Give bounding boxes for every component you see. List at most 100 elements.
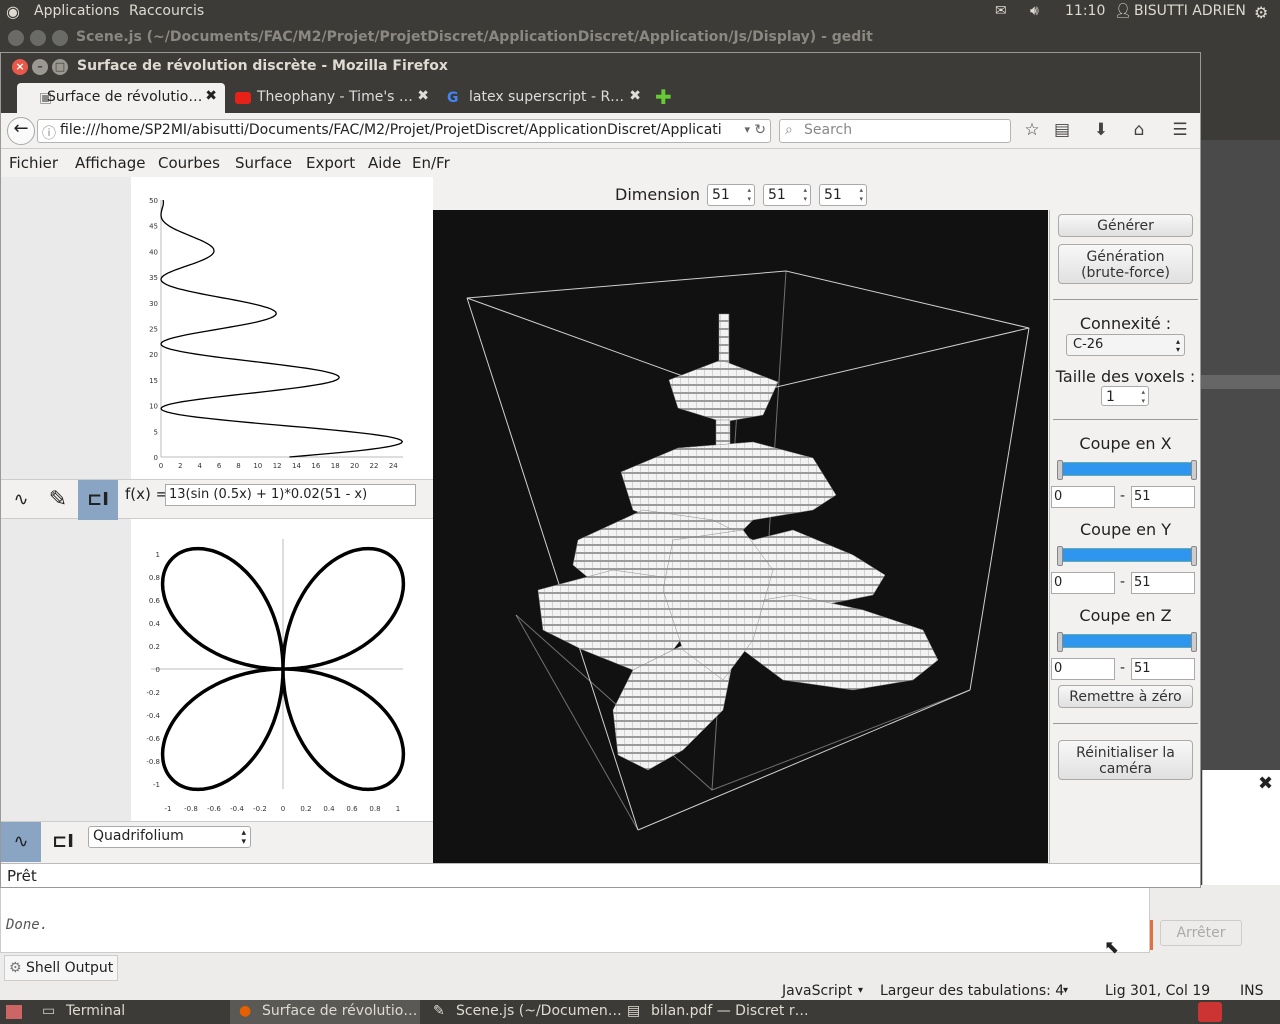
wave-tool-button[interactable]: ∿	[1, 480, 41, 520]
dimension-y-input[interactable]: 51	[763, 184, 811, 206]
back-button[interactable]: ←	[7, 117, 35, 145]
user-name[interactable]: BISUTTI ADRIEN	[1134, 3, 1246, 19]
menu-icon[interactable]: ☰	[1169, 120, 1191, 142]
reset-camera-button[interactable]: Réinitialiser la caméra	[1058, 740, 1193, 780]
cut-z-max-input[interactable]: 51	[1131, 658, 1195, 680]
dimension-bar: Dimension : 51 51 51	[433, 177, 1049, 210]
minimize-icon[interactable]	[30, 30, 46, 46]
tab-strip: ▣ Surface de révolutio… ✖ Theophany - Ti…	[1, 81, 1200, 113]
cut-y-min-input[interactable]: 0	[1051, 572, 1115, 594]
menu-surface[interactable]: Surface	[235, 154, 292, 172]
y-tick-label: -0.8	[146, 758, 160, 766]
volume-icon[interactable]: 🔊︎	[1030, 3, 1039, 19]
fx-input[interactable]: 13(sin (0.5x) + 1)*0.02(51 - x)	[165, 484, 416, 506]
close-icon[interactable]: ✖	[629, 88, 641, 104]
cut-x-min-input[interactable]: 0	[1051, 486, 1115, 508]
cut-x-max-input[interactable]: 51	[1131, 486, 1195, 508]
close-icon[interactable]	[8, 30, 24, 46]
menu-courbes[interactable]: Courbes	[158, 154, 220, 172]
curve-toolbar: ∿ ⊏Ι Quadrifolium ▴ ▾	[1, 821, 433, 863]
gedit-icon: ✎	[433, 1003, 445, 1019]
applications-menu[interactable]: Applications	[34, 3, 120, 19]
dimension-z-input[interactable]: 51	[819, 184, 867, 206]
cut-y-max-input[interactable]: 51	[1131, 572, 1195, 594]
voxel-size-label: Taille des voxels :	[1055, 367, 1196, 386]
close-icon[interactable]: ×	[12, 59, 28, 75]
taskbar: ▭ Terminal ● Surface de révolutio… ✎ Sce…	[0, 1000, 1280, 1024]
function-tool-button[interactable]: ⊏Ι	[78, 480, 118, 520]
cut-z-label: Coupe en Z	[1079, 606, 1172, 625]
shell-output-tab[interactable]: ⚙ Shell Output	[4, 955, 118, 981]
user-icon: 👤︎	[1114, 3, 1132, 19]
tab-surface[interactable]: ▣ Surface de révolutio… ✖	[17, 83, 225, 113]
menu-aide[interactable]: Aide	[368, 154, 401, 172]
cut-z-slider[interactable]	[1057, 632, 1197, 652]
curves-panel: 0 2 4 6 8 10 12 14 16 18 20 22 24 0 5 10 15 20 25 30 35 40 45 5…	[1, 177, 433, 863]
tab-width-selector[interactable]: Largeur des tabulations: 4	[880, 983, 1064, 999]
new-tab-icon[interactable]: ✚	[655, 85, 672, 109]
y-tick-label: 50	[149, 197, 158, 205]
dimension-x-input[interactable]: 51	[707, 184, 755, 206]
wave-tool-button[interactable]: ∿	[1, 822, 41, 862]
y-tick-label: -0.4	[146, 712, 160, 720]
tab-google[interactable]: G latex superscript - R… ✖	[439, 83, 649, 113]
download-icon[interactable]: ⬇	[1090, 120, 1112, 142]
taskbar-gedit[interactable]: Scene.js (~/Documen…	[456, 1003, 622, 1019]
x-tick-label: 16	[311, 462, 320, 470]
bookmark-star-icon[interactable]: ☆	[1021, 120, 1043, 142]
profile-curve	[160, 199, 404, 458]
close-icon[interactable]: ✖	[417, 88, 429, 104]
url-bar[interactable]: ⓘ file:///home/SP2MI/abisutti/Documents/…	[37, 119, 771, 143]
cut-x-slider[interactable]	[1057, 460, 1197, 480]
connexity-select[interactable]: C-26 ▴ ▾	[1066, 334, 1185, 356]
tab-youtube[interactable]: Theophany - Time's … ✖	[227, 83, 437, 113]
home-icon[interactable]: ⌂	[1128, 120, 1150, 142]
voxel-size-input[interactable]: 1	[1101, 386, 1149, 406]
close-icon[interactable]: ✖	[205, 88, 217, 104]
gear-icon[interactable]: ⚙	[1254, 3, 1268, 22]
menu-language[interactable]: En/Fr	[412, 154, 450, 172]
taskbar-firefox[interactable]: Surface de révolutio…	[262, 1003, 417, 1019]
pencil-icon[interactable]: ✎	[38, 480, 78, 520]
insert-mode: INS	[1240, 983, 1264, 999]
cut-y-slider[interactable]	[1057, 546, 1197, 566]
firefox-launcher-icon[interactable]	[1198, 1002, 1222, 1022]
tab-label: Theophany - Time's …	[257, 89, 413, 105]
chevron-down-icon: ▴ ▾	[1175, 337, 1180, 354]
menu-export[interactable]: Export	[306, 154, 355, 172]
shortcuts-menu[interactable]: Raccourcis	[129, 3, 204, 19]
dropdown-icon[interactable]: ▾	[744, 123, 750, 136]
brute-force-button[interactable]: Génération (brute-force)	[1058, 244, 1193, 284]
app-menubar: Fichier Affichage Courbes Surface Export…	[1, 149, 1200, 177]
taskbar-pdf[interactable]: bilan.pdf — Discret r…	[651, 1003, 809, 1019]
y-tick-label: 0.8	[149, 574, 160, 582]
cut-z-min-input[interactable]: 0	[1051, 658, 1115, 680]
menu-affichage[interactable]: Affichage	[75, 154, 145, 172]
reset-cuts-button[interactable]: Remettre à zéro	[1058, 685, 1193, 708]
generate-button[interactable]: Générer	[1058, 214, 1193, 237]
3d-viewport[interactable]	[433, 210, 1048, 863]
clock[interactable]: 11:10	[1065, 3, 1105, 19]
ubuntu-logo-icon[interactable]: ◉	[6, 2, 20, 21]
window-title: Surface de révolution discrète - Mozilla…	[77, 58, 448, 74]
maximize-icon[interactable]: □	[52, 59, 68, 75]
function-tool-button[interactable]: ⊏Ι	[43, 822, 83, 862]
mail-icon[interactable]: ✉	[995, 3, 1007, 19]
show-desktop-icon[interactable]	[6, 1005, 22, 1019]
profile-chart[interactable]: 0 2 4 6 8 10 12 14 16 18 20 22 24 0 5 10 15 20 25 30 35 40 45 5…	[131, 177, 433, 479]
language-selector[interactable]: JavaScript	[782, 983, 852, 999]
stop-button[interactable]: Arrêter	[1160, 920, 1242, 946]
curve-select[interactable]: Quadrifolium ▴ ▾	[88, 826, 251, 848]
taskbar-terminal[interactable]: Terminal	[66, 1003, 125, 1019]
close-icon[interactable]: ✖	[1258, 773, 1273, 794]
x-tick-label: 12	[273, 462, 282, 470]
menu-fichier[interactable]: Fichier	[9, 154, 58, 172]
search-input[interactable]: ⌕ Search	[779, 119, 1011, 143]
reading-list-icon[interactable]: ▤	[1051, 120, 1073, 142]
maximize-icon[interactable]	[52, 30, 68, 46]
minimize-icon[interactable]: –	[32, 59, 48, 75]
curve-chart[interactable]: -1 -0.8 -0.6 -0.4 -0.2 0 0.2 0.4 0.6 0.8 1 1 0.8 0.6 0…	[131, 519, 433, 821]
shell-output-label: Shell Output	[26, 960, 114, 976]
curve-svg: -1 -0.8 -0.6 -0.4 -0.2 0 0.2 0.4 0.6 0.8 1 1 0.8 0.6 0…	[146, 539, 406, 813]
reload-icon[interactable]: ↻	[754, 122, 766, 138]
